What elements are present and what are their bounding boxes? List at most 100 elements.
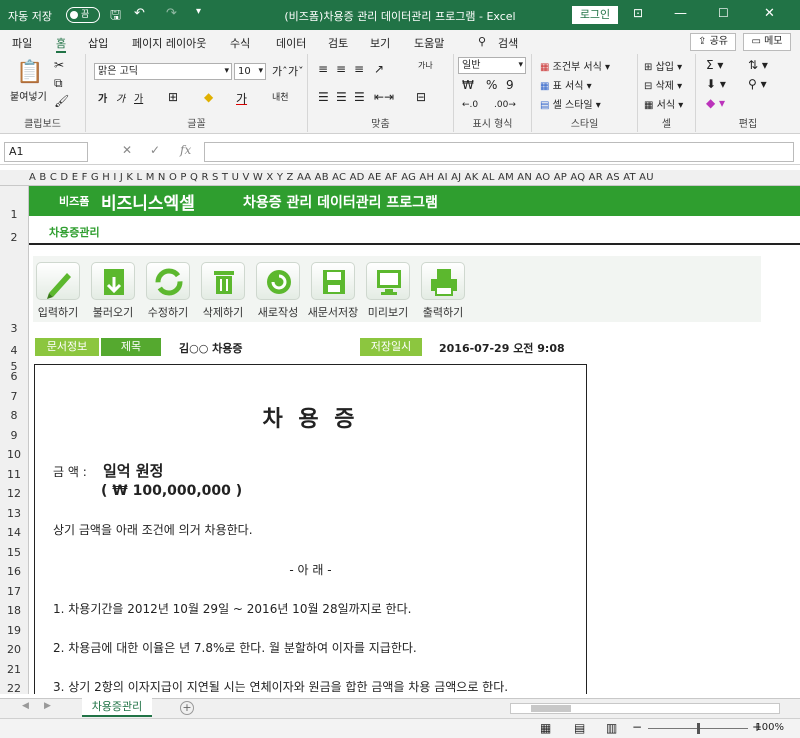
find-select-icon[interactable]: ⚲ ▾ (748, 77, 767, 91)
cut-icon[interactable]: ✂ (54, 58, 64, 72)
row-number[interactable]: 21 (0, 663, 28, 676)
zoom-slider-knob[interactable] (697, 723, 700, 734)
new-button[interactable]: 새로작성 (253, 260, 303, 319)
zoom-out-icon[interactable]: − (632, 720, 642, 734)
bold-button[interactable]: 가 (98, 90, 107, 105)
print-button[interactable]: 출력하기 (418, 260, 468, 319)
border-icon[interactable]: ⊞ (168, 90, 178, 104)
row-number[interactable]: 6 (0, 370, 28, 383)
row-number[interactable]: 17 (0, 585, 28, 598)
close-icon[interactable]: ✕ (764, 6, 775, 21)
sheet-tab-active[interactable]: 차용증관리 (82, 698, 152, 717)
align-left-icon[interactable]: ☰ (318, 90, 329, 104)
tab-data[interactable]: 데이터 (276, 35, 306, 51)
save-new-button[interactable]: 새문서저장 (308, 260, 358, 319)
normal-view-icon[interactable]: ▦ (540, 721, 551, 735)
fill-icon[interactable]: ⬇ ▾ (706, 77, 726, 91)
copy-icon[interactable]: ⧉ (54, 76, 63, 91)
row-number[interactable]: 9 (0, 429, 28, 442)
cell-styles-button[interactable]: ▤ 셀 스타일 ▾ (540, 96, 601, 111)
tab-view[interactable]: 보기 (370, 35, 390, 51)
row-number[interactable]: 7 (0, 390, 28, 403)
clear-icon[interactable]: ◆ ▾ (706, 96, 725, 110)
zoom-level[interactable]: 100% (755, 722, 784, 733)
row-number[interactable]: 8 (0, 409, 28, 422)
format-cells-button[interactable]: ▦ 서식 ▾ (644, 96, 683, 111)
worksheet[interactable]: 비즈폼 비즈니스엑셀 차용증 관리 데이터관리 프로그램 차용증관리 입력하기 … (29, 186, 800, 694)
input-button[interactable]: 입력하기 (33, 260, 83, 319)
increase-decimal-icon[interactable]: ←.0 (462, 100, 478, 110)
format-painter-icon[interactable]: 🖌 (54, 94, 69, 108)
row-number[interactable]: 22 (0, 682, 28, 695)
tab-insert[interactable]: 삽입 (88, 35, 108, 51)
number-format-select[interactable]: 일반 (458, 57, 526, 74)
row-number[interactable]: 3 (0, 322, 28, 335)
delete-cells-button[interactable]: ⊟ 삭제 ▾ (644, 77, 682, 92)
modify-button[interactable]: 수정하기 (143, 260, 193, 319)
align-middle-icon[interactable]: ≡ (336, 62, 346, 76)
accounting-icon[interactable]: ₩ (462, 78, 474, 92)
formula-input[interactable] (204, 142, 794, 162)
orientation-icon[interactable]: ↗ (374, 62, 384, 76)
decrease-decimal-icon[interactable]: .00→ (494, 100, 516, 110)
row-number[interactable]: 20 (0, 643, 28, 656)
paste-icon[interactable]: 📋 (16, 60, 43, 85)
row-number[interactable]: 2 (0, 231, 28, 244)
shrink-font-icon[interactable]: 가ˇ (288, 63, 304, 79)
row-number[interactable]: 16 (0, 565, 28, 578)
italic-button[interactable]: 가 (116, 90, 125, 105)
align-right-icon[interactable]: ☰ (354, 90, 365, 104)
font-color-icon[interactable]: 가 (236, 90, 247, 107)
sort-filter-icon[interactable]: ⇅ ▾ (748, 58, 768, 72)
font-size-select[interactable]: 10 (234, 63, 266, 80)
search-box[interactable]: 검색 (498, 35, 518, 51)
name-box[interactable]: A1 (4, 142, 88, 162)
add-sheet-button[interactable]: + (180, 701, 194, 715)
row-number[interactable]: 15 (0, 546, 28, 559)
comma-icon[interactable]: 9 (506, 78, 514, 92)
column-letters[interactable]: A B C D E F G H I J K L M N O P Q R S T … (29, 170, 654, 185)
row-number[interactable]: 13 (0, 507, 28, 520)
align-top-icon[interactable]: ≡ (318, 62, 328, 76)
merge-center-icon[interactable]: ⊟ (416, 90, 426, 104)
row-number[interactable]: 19 (0, 624, 28, 637)
tab-file[interactable]: 파일 (12, 35, 32, 51)
row-number[interactable]: 12 (0, 487, 28, 500)
row-number[interactable]: 11 (0, 468, 28, 481)
conditional-formatting-button[interactable]: ▦ 조건부 서식 ▾ (540, 58, 610, 73)
horizontal-scrollbar[interactable] (510, 703, 780, 714)
delete-button[interactable]: 삭제하기 (198, 260, 248, 319)
row-number[interactable]: 10 (0, 448, 28, 461)
prev-sheet-icon[interactable]: ◀ (22, 701, 29, 711)
row-number[interactable]: 4 (0, 344, 28, 357)
page-layout-view-icon[interactable]: ▤ (574, 721, 585, 735)
insert-function-button[interactable]: fx (180, 143, 191, 157)
autosum-icon[interactable]: Σ ▾ (706, 58, 723, 72)
grow-font-icon[interactable]: 가ˆ (272, 63, 288, 79)
load-button[interactable]: 불러오기 (88, 260, 138, 319)
underline-button[interactable]: 가 (134, 90, 143, 105)
row-number[interactable]: 18 (0, 604, 28, 617)
phonetic-icon[interactable]: 내천 (272, 90, 289, 103)
align-bottom-icon[interactable]: ≡ (354, 62, 364, 76)
next-sheet-icon[interactable]: ▶ (44, 701, 51, 711)
share-button[interactable]: ⇪ 공유 (690, 33, 736, 51)
insert-cells-button[interactable]: ⊞ 삽입 ▾ (644, 58, 682, 73)
enter-icon[interactable]: ✓ (150, 143, 160, 157)
tab-formulas[interactable]: 수식 (230, 35, 250, 51)
tab-help[interactable]: 도움말 (414, 35, 444, 51)
ribbon-display-icon[interactable]: ⊡ (633, 6, 643, 20)
memo-button[interactable]: ▭ 메모 (743, 33, 791, 51)
tab-review[interactable]: 검토 (328, 35, 348, 51)
font-name-select[interactable]: 맑은 고딕 (94, 63, 232, 80)
tab-page-layout[interactable]: 페이지 레이아웃 (132, 35, 206, 51)
cancel-icon[interactable]: ✕ (122, 143, 132, 157)
wrap-text-button[interactable]: 가나 (418, 60, 433, 71)
tab-home[interactable]: 홈 (56, 35, 67, 53)
row-number[interactable]: 1 (0, 208, 28, 221)
paste-button[interactable]: 붙여넣기 (10, 88, 47, 103)
minimize-icon[interactable]: — (674, 6, 687, 21)
preview-button[interactable]: 미리보기 (363, 260, 413, 319)
search-icon[interactable]: ⚲ (478, 35, 486, 48)
align-center-icon[interactable]: ☰ (336, 90, 347, 104)
